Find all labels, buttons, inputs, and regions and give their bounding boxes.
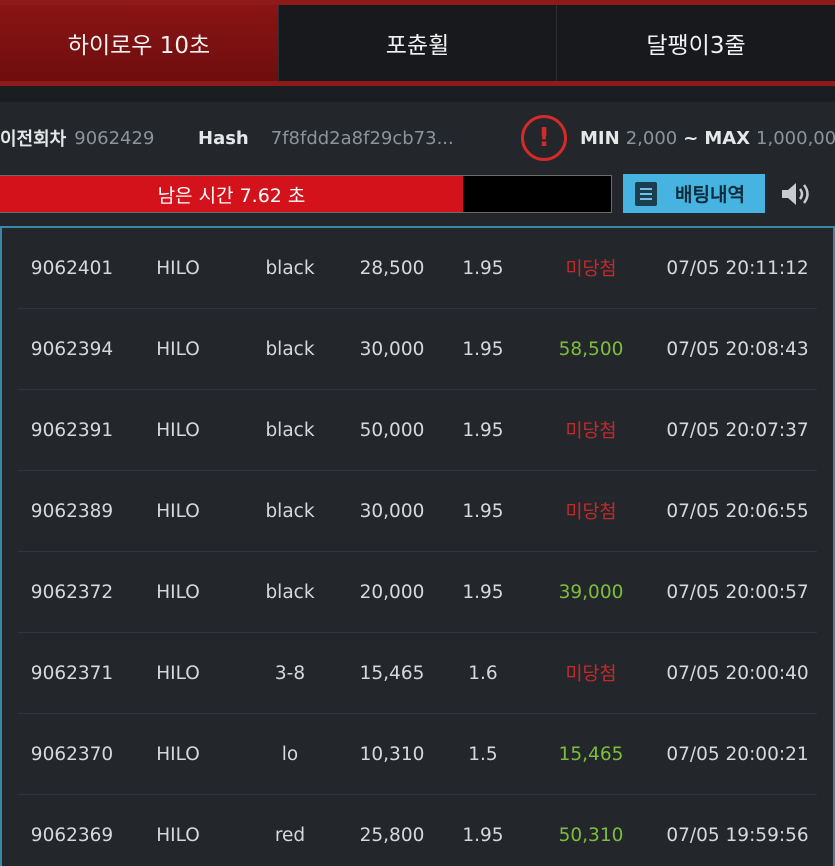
- bet-amount-cell: 25,800: [359, 824, 425, 846]
- game-name-cell: HILO: [156, 419, 200, 441]
- pick-cell: black: [265, 257, 315, 279]
- game-name-cell: HILO: [156, 500, 200, 522]
- game-name-cell: HILO: [156, 338, 200, 360]
- bet-amount-cell: 30,000: [359, 338, 425, 360]
- pick-cell: black: [265, 500, 315, 522]
- round-number-cell: 9062369: [30, 824, 114, 846]
- bet-amount-cell: 30,000: [359, 500, 425, 522]
- pick-cell: lo: [281, 743, 299, 765]
- previous-round-value: 9062429: [74, 127, 155, 149]
- range-tilde: ~: [683, 127, 699, 149]
- odds-cell: 1.95: [462, 257, 504, 279]
- game-name-cell: HILO: [156, 824, 200, 846]
- bet-time-cell: 07/05 20:08:43: [666, 338, 809, 360]
- table-row: 9062391 HILO black 50,000 1.95 미당첨 07/05 20:07…: [18, 390, 817, 471]
- list-icon: [635, 181, 657, 206]
- odds-cell: 1.95: [462, 500, 504, 522]
- bet-time-cell: 07/05 20:11:12: [666, 257, 809, 279]
- result-cell: 미당첨: [565, 502, 617, 523]
- bet-time-cell: 07/05 20:07:37: [666, 419, 809, 441]
- round-info-bar: 이전회차 9062429 Hash 7f8fdd2a8f29cb73... MI…: [0, 102, 835, 174]
- exclamation-icon[interactable]: !: [521, 115, 567, 161]
- table-row: 9062372 HILO black 20,000 1.95 39,000 07/05 20…: [18, 552, 817, 633]
- round-number-cell: 9062372: [30, 581, 114, 603]
- pick-cell: 3-8: [274, 662, 306, 684]
- tab-container: 하이로우 10초 포츈휠 달팽이3줄: [0, 5, 835, 81]
- game-name-cell: HILO: [156, 257, 200, 279]
- previous-round: 이전회차 9062429: [0, 102, 154, 174]
- odds-cell: 1.95: [462, 581, 504, 603]
- pick-cell: red: [274, 824, 306, 846]
- bet-history-button[interactable]: 배팅내역: [623, 174, 765, 213]
- game-name-cell: HILO: [156, 581, 200, 603]
- round-number-cell: 9062371: [30, 662, 114, 684]
- max-label: MAX: [704, 127, 751, 149]
- game-name-cell: HILO: [156, 662, 200, 684]
- odds-cell: 1.95: [462, 338, 504, 360]
- result-cell: 15,465: [558, 743, 624, 765]
- previous-round-label: 이전회차: [0, 129, 67, 150]
- tab-hilo-10s[interactable]: 하이로우 10초: [0, 5, 278, 81]
- odds-cell: 1.95: [462, 419, 504, 441]
- speaker-icon[interactable]: [780, 180, 814, 208]
- hash: Hash 7f8fdd2a8f29cb73...: [198, 102, 454, 174]
- pick-cell: black: [265, 419, 315, 441]
- odds-cell: 1.6: [468, 662, 498, 684]
- table-row: 9062401 HILO black 28,500 1.95 미당첨 07/05 20:11…: [18, 228, 817, 309]
- bet-amount-cell: 15,465: [359, 662, 425, 684]
- max-value: 1,000,000: [756, 127, 835, 149]
- bet-time-cell: 07/05 20:00:57: [666, 581, 809, 603]
- hash-value: 7f8fdd2a8f29cb73...: [270, 127, 454, 149]
- round-number-cell: 9062394: [30, 338, 114, 360]
- result-cell: 58,500: [558, 338, 624, 360]
- bet-limits: MIN 2,000 ~ MAX 1,000,000: [580, 102, 835, 174]
- hash-label: Hash: [198, 127, 249, 149]
- odds-cell: 1.95: [462, 824, 504, 846]
- bet-amount-cell: 10,310: [359, 743, 425, 765]
- pick-cell: black: [265, 581, 315, 603]
- round-number-cell: 9062391: [30, 419, 114, 441]
- table-row: 9062371 HILO 3-8 15,465 1.6 미당첨 07/05 20:00:40: [18, 633, 817, 714]
- result-cell: 미당첨: [565, 259, 617, 280]
- bet-amount-cell: 28,500: [359, 257, 425, 279]
- tab-snail-3-lines[interactable]: 달팽이3줄: [556, 5, 835, 81]
- game-tab-bar: 하이로우 10초 포츈휠 달팽이3줄: [0, 0, 835, 86]
- remaining-time-bar: 남은 시간 7.62 초: [0, 175, 612, 213]
- table-row: 9062370 HILO lo 10,310 1.5 15,465 07/05 20:00:…: [18, 714, 817, 795]
- bet-time-cell: 07/05 20:00:21: [666, 743, 809, 765]
- table-row: 9062369 HILO red 25,800 1.95 50,310 07/05 19:5…: [18, 795, 817, 866]
- table-row: 9062389 HILO black 30,000 1.95 미당첨 07/05 20:06…: [18, 471, 817, 552]
- round-number-cell: 9062370: [30, 743, 114, 765]
- bet-time-cell: 07/05 20:06:55: [666, 500, 809, 522]
- result-cell: 39,000: [558, 581, 624, 603]
- tab-fortune-wheel[interactable]: 포츈휠: [278, 5, 556, 81]
- round-number-cell: 9062389: [30, 500, 114, 522]
- bet-amount-cell: 20,000: [359, 581, 425, 603]
- result-cell: 미당첨: [565, 664, 617, 685]
- remaining-time-text: 남은 시간 7.62 초: [157, 184, 306, 207]
- bet-time-cell: 07/05 19:59:56: [666, 824, 809, 846]
- odds-cell: 1.5: [468, 743, 498, 765]
- result-cell: 50,310: [558, 824, 624, 846]
- min-label: MIN: [580, 127, 620, 149]
- min-value: 2,000: [625, 127, 678, 149]
- table-row: 9062394 HILO black 30,000 1.95 58,500 07/05 20…: [18, 309, 817, 390]
- game-name-cell: HILO: [156, 743, 200, 765]
- pick-cell: black: [265, 338, 315, 360]
- bet-amount-cell: 50,000: [359, 419, 425, 441]
- bet-history-label: 배팅내역: [675, 184, 745, 206]
- result-cell: 미당첨: [565, 421, 617, 442]
- bet-history-table: 9062401 HILO black 28,500 1.95 미당첨 07/05 20:11…: [0, 226, 835, 866]
- round-number-cell: 9062401: [30, 257, 114, 279]
- bet-time-cell: 07/05 20:00:40: [666, 662, 809, 684]
